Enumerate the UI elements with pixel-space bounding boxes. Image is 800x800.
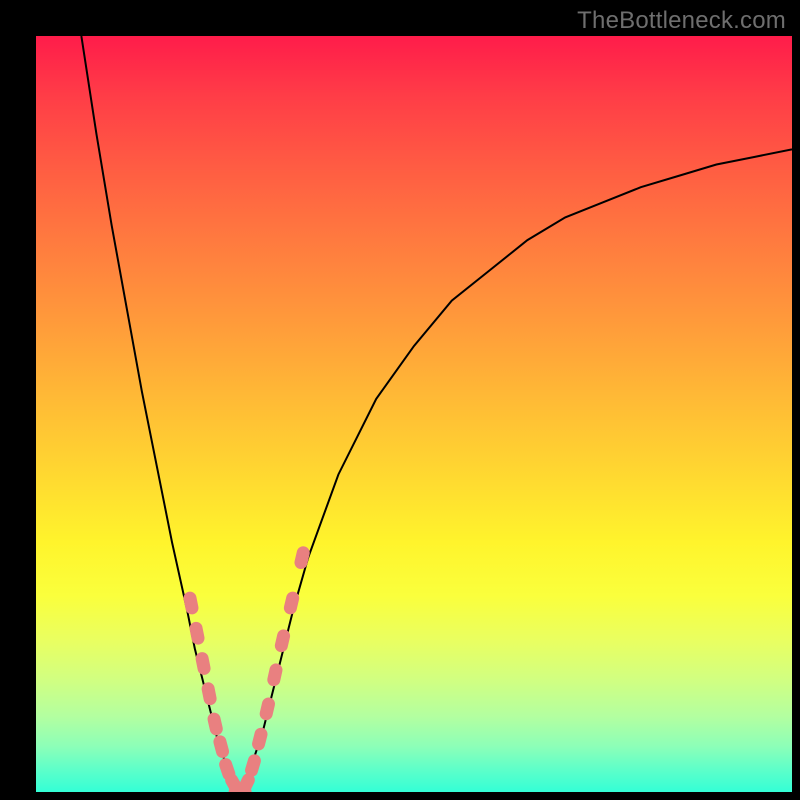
chart-stage: TheBottleneck.com bbox=[0, 0, 800, 800]
bead-marker bbox=[283, 591, 300, 615]
bead-marker bbox=[294, 546, 311, 570]
bead-marker bbox=[244, 753, 262, 778]
bead-marker bbox=[201, 682, 217, 706]
bead-marker bbox=[213, 734, 230, 758]
bead-marker bbox=[259, 697, 276, 721]
bead-marker bbox=[251, 727, 268, 751]
bead-marker bbox=[267, 663, 283, 687]
bead-marker bbox=[183, 591, 199, 615]
bead-marker bbox=[195, 652, 211, 676]
plot-svg bbox=[36, 36, 792, 792]
watermark-text: TheBottleneck.com bbox=[577, 7, 786, 35]
bead-marker bbox=[189, 621, 205, 645]
bead-markers bbox=[183, 546, 311, 792]
bead-marker bbox=[207, 712, 224, 736]
bead-marker bbox=[274, 629, 291, 653]
plot-area bbox=[36, 36, 792, 792]
curve-right-branch bbox=[240, 149, 792, 792]
curve-left-branch bbox=[81, 36, 240, 792]
